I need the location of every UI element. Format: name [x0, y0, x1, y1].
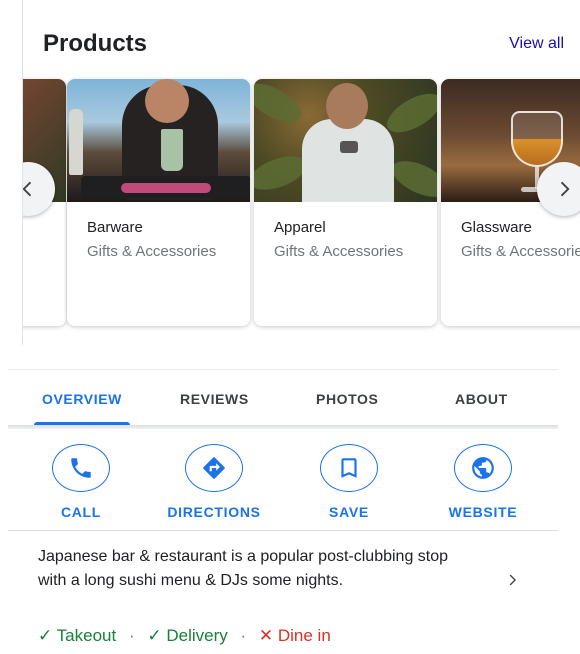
product-card-barware[interactable]: Barware Gifts & Accessories — [67, 79, 250, 326]
tab-reviews[interactable]: REVIEWS — [180, 370, 249, 428]
product-image-apparel — [254, 79, 437, 202]
takeout-option: ✓ Takeout — [38, 626, 121, 645]
call-button[interactable]: CALL — [21, 444, 141, 524]
call-label: CALL — [60, 504, 102, 520]
tabs-divider — [8, 425, 558, 429]
product-image-barware — [67, 79, 250, 202]
products-title: Products — [43, 30, 148, 57]
directions-button-circle[interactable] — [185, 444, 243, 492]
check-icon: ✓ — [147, 626, 162, 645]
save-button-circle[interactable] — [320, 444, 378, 492]
save-button[interactable]: SAVE — [289, 444, 409, 524]
directions-button[interactable]: DIRECTIONS — [154, 444, 274, 524]
dine-in-option: ✕ Dine in — [259, 626, 331, 645]
product-title: Apparel — [274, 219, 326, 236]
section-divider — [8, 530, 558, 531]
product-category: Gifts & Accessories — [274, 243, 404, 260]
place-tabs: OVERVIEW REVIEWS PHOTOS ABOUT — [8, 369, 558, 429]
chevron-right-icon[interactable] — [504, 572, 520, 588]
product-card-apparel[interactable]: Apparel Gifts & Accessories — [254, 79, 437, 326]
check-icon: ✓ — [38, 626, 53, 645]
tab-photos[interactable]: PHOTOS — [316, 370, 378, 428]
call-button-circle[interactable] — [52, 444, 110, 492]
tab-overview[interactable]: OVERVIEW — [34, 370, 130, 428]
product-category: Gifts & Accessories — [87, 243, 217, 260]
globe-icon — [472, 457, 494, 479]
website-button[interactable]: WEBSITE — [423, 444, 543, 524]
product-title: Barware — [87, 219, 143, 236]
takeout-label: Takeout — [56, 626, 117, 645]
delivery-option: ✓ Delivery — [147, 626, 232, 645]
website-button-circle[interactable] — [454, 444, 512, 492]
separator-dot: · — [128, 626, 135, 645]
view-all-link[interactable]: View all — [509, 35, 564, 53]
cross-icon: ✕ — [258, 626, 274, 645]
product-category: Gifts & Accessories — [461, 243, 580, 260]
product-title: Glassware — [461, 219, 532, 236]
delivery-label: Delivery — [166, 626, 228, 645]
separator-dot: · — [240, 626, 247, 645]
save-label: SAVE — [329, 504, 369, 520]
directions-label: DIRECTIONS — [167, 504, 261, 520]
chevron-left-icon — [23, 181, 32, 197]
phone-icon — [71, 458, 91, 478]
tab-about[interactable]: ABOUT — [455, 370, 508, 428]
website-label: WEBSITE — [448, 504, 518, 520]
chevron-right-icon — [560, 181, 570, 197]
dine-in-label: Dine in — [277, 626, 331, 645]
directions-icon — [203, 457, 225, 479]
bookmark-icon — [341, 458, 357, 478]
products-section: Products View all Barware Gifts & Access… — [22, 0, 580, 345]
service-options: ✓ Takeout · ✓ Delivery · ✕ Dine in — [38, 626, 331, 646]
place-description[interactable]: Japanese bar & restaurant is a popular p… — [38, 545, 478, 593]
